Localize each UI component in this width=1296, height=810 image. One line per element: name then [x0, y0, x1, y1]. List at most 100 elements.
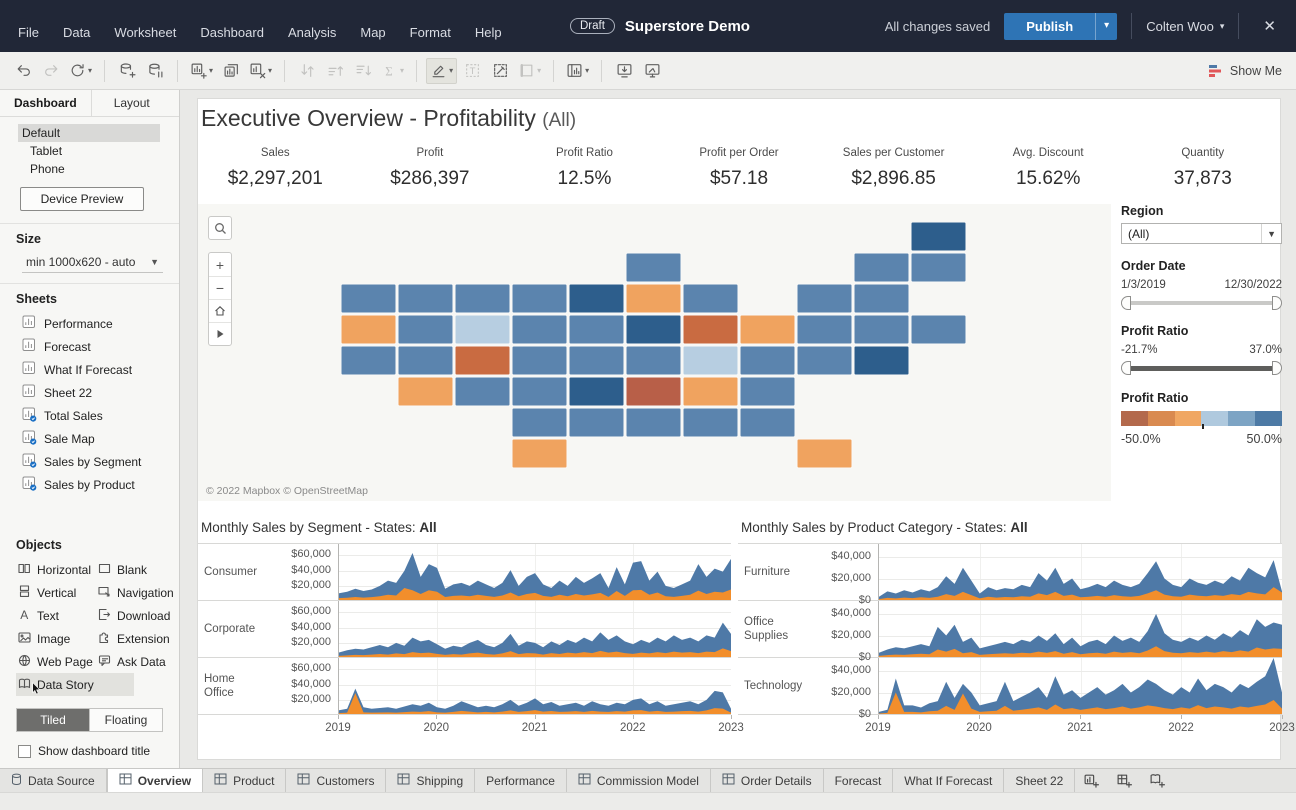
state-ME[interactable]: [910, 222, 967, 252]
state-CA[interactable]: [341, 345, 397, 376]
menu-format[interactable]: Format: [400, 21, 461, 44]
zoom-tools-button[interactable]: [209, 322, 231, 345]
area-plot[interactable]: [878, 544, 1282, 600]
state-IN[interactable]: [625, 314, 682, 345]
sales-by-segment-chart[interactable]: Monthly Sales by Segment - States: All Co…: [198, 514, 744, 761]
state-WY[interactable]: [454, 314, 511, 345]
download-icon[interactable]: [611, 58, 637, 84]
object-extension[interactable]: Extension: [96, 627, 176, 650]
us-choropleth-map[interactable]: [341, 222, 968, 470]
state-AL[interactable]: [682, 407, 739, 438]
state-IA[interactable]: [568, 314, 625, 345]
new-dashboard-tab-button[interactable]: [1108, 769, 1141, 792]
menu-data[interactable]: Data: [53, 21, 100, 44]
close-button[interactable]: ✕: [1253, 13, 1286, 39]
object-horizontal[interactable]: Horizontal: [16, 558, 96, 581]
pause-updates-icon[interactable]: [142, 58, 168, 84]
state-IL[interactable]: [625, 283, 682, 314]
object-image[interactable]: Image: [16, 627, 96, 650]
tab-commission-model[interactable]: Commission Model: [567, 769, 711, 792]
tab-what-if-forecast[interactable]: What If Forecast: [893, 769, 1005, 792]
state-FL[interactable]: [796, 438, 853, 469]
state-TX[interactable]: [511, 438, 568, 469]
state-NE[interactable]: [511, 345, 568, 376]
show-hide-cards-icon[interactable]: ▾: [563, 58, 592, 84]
tab-forecast[interactable]: Forecast: [824, 769, 894, 792]
sales-by-category-chart[interactable]: Monthly Sales by Product Category - Stat…: [738, 514, 1295, 761]
tab-shipping[interactable]: Shipping: [386, 769, 476, 792]
state-ND[interactable]: [511, 283, 568, 314]
device-option-tablet[interactable]: Tablet: [18, 142, 179, 160]
state-MS[interactable]: [625, 407, 682, 438]
sheet-item-forecast[interactable]: Forecast: [0, 335, 179, 358]
sheet-item-sheet-22[interactable]: Sheet 22: [0, 381, 179, 404]
area-sales[interactable]: [339, 622, 731, 657]
area-plot[interactable]: [338, 658, 731, 714]
undo-icon[interactable]: [10, 58, 36, 84]
menu-dashboard[interactable]: Dashboard: [190, 21, 274, 44]
sheet-item-sales-by-product[interactable]: Sales by Product: [0, 473, 179, 496]
slider-handle-left[interactable]: [1121, 361, 1131, 375]
state-RI[interactable]: [910, 314, 967, 345]
state-NM[interactable]: [454, 376, 511, 407]
area-plot[interactable]: [878, 658, 1282, 714]
state-NJ[interactable]: [796, 314, 853, 345]
region-dropdown[interactable]: (All) ▼: [1121, 223, 1282, 244]
tab-order-details[interactable]: Order Details: [711, 769, 824, 792]
device-option-phone[interactable]: Phone: [18, 160, 179, 178]
device-preview-button[interactable]: Device Preview: [20, 187, 144, 211]
publish-button[interactable]: Publish ▾: [1004, 12, 1118, 40]
sheet-item-sale-map[interactable]: Sale Map: [0, 427, 179, 450]
state-OK[interactable]: [511, 407, 568, 438]
tiled-button[interactable]: Tiled: [17, 709, 89, 731]
device-option-default[interactable]: Default: [18, 124, 160, 142]
state-MN[interactable]: [568, 283, 625, 314]
map-panel[interactable]: + − © 2022 Mapbox © OpenStreetMap: [198, 204, 1111, 501]
slider-handle-right[interactable]: [1272, 296, 1282, 310]
duplicate-sheet-icon[interactable]: [218, 58, 244, 84]
user-menu[interactable]: Colten Woo ▾: [1146, 19, 1224, 34]
zoom-out-button[interactable]: −: [209, 276, 231, 299]
area-sales[interactable]: [879, 658, 1282, 714]
sheet-item-total-sales[interactable]: Total Sales: [0, 404, 179, 427]
state-NV[interactable]: [397, 314, 454, 345]
replay-icon[interactable]: ▾: [66, 58, 95, 84]
object-vertical[interactable]: Vertical: [16, 581, 96, 604]
object-data-story[interactable]: Data Story: [16, 673, 134, 696]
state-ID[interactable]: [397, 283, 454, 314]
tab-data-source[interactable]: Data Source: [0, 769, 107, 792]
object-ask-data[interactable]: Ask Data: [96, 650, 176, 673]
new-story-tab-button[interactable]: [1141, 769, 1174, 792]
tab-dashboard[interactable]: Dashboard: [0, 90, 91, 116]
publish-label[interactable]: Publish: [1004, 13, 1095, 40]
state-WV[interactable]: [682, 345, 739, 376]
menu-worksheet[interactable]: Worksheet: [104, 21, 186, 44]
state-TN[interactable]: [625, 376, 682, 407]
publish-caret-icon[interactable]: ▾: [1095, 12, 1117, 40]
state-VT[interactable]: [853, 252, 910, 283]
profit-ratio-color-legend[interactable]: [1121, 411, 1282, 429]
menu-file[interactable]: File: [8, 21, 49, 44]
object-navigation[interactable]: Navigation: [96, 581, 176, 604]
map-search-button[interactable]: [208, 216, 232, 240]
state-KS[interactable]: [511, 376, 568, 407]
floating-button[interactable]: Floating: [89, 709, 162, 731]
menu-help[interactable]: Help: [465, 21, 512, 44]
tab-customers[interactable]: Customers: [286, 769, 387, 792]
sheet-item-what-if-forecast[interactable]: What If Forecast: [0, 358, 179, 381]
tab-overview[interactable]: Overview: [106, 769, 204, 792]
zoom-home-button[interactable]: [209, 299, 231, 322]
highlight-icon[interactable]: ▾: [426, 57, 458, 84]
object-web-page[interactable]: Web Page: [16, 650, 96, 673]
sheet-item-performance[interactable]: Performance: [0, 312, 179, 335]
state-MT[interactable]: [454, 283, 511, 314]
state-SC[interactable]: [739, 376, 796, 407]
slider-handle-right[interactable]: [1272, 361, 1282, 375]
state-SD[interactable]: [511, 314, 568, 345]
state-PA[interactable]: [739, 314, 796, 345]
state-NH[interactable]: [910, 252, 967, 283]
state-MO[interactable]: [568, 345, 625, 376]
state-CT[interactable]: [853, 314, 910, 345]
slider-handle-left[interactable]: [1121, 296, 1131, 310]
new-worksheet-icon[interactable]: ▾: [187, 58, 216, 84]
